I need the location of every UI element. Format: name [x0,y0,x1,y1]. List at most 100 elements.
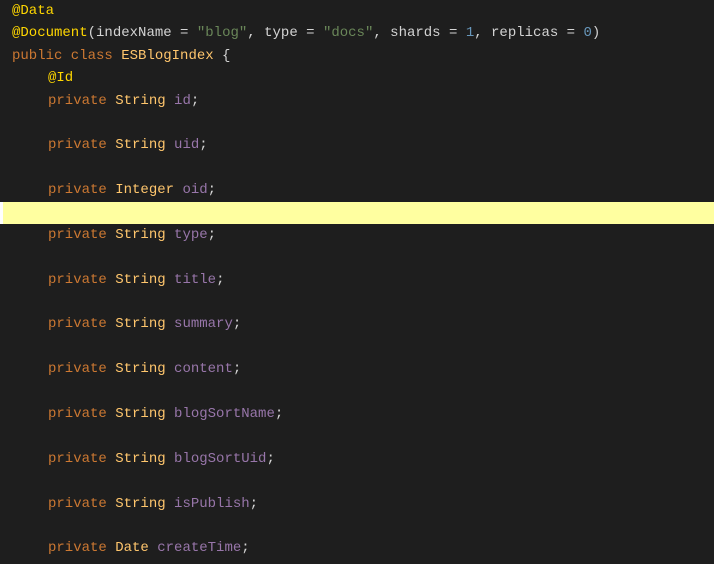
code-line-23: private String isPublish; [0,493,714,515]
token-annotation: @Document [12,25,88,41]
token-plain: ) [592,25,600,41]
token-plain [166,137,174,153]
token-number-val: 1 [466,25,474,41]
token-plain: ; [275,406,283,422]
code-line-20 [0,425,714,447]
token-plain [166,451,174,467]
token-plain [107,137,115,153]
token-plain: ; [191,93,199,109]
token-type-name: String [115,451,165,467]
token-plain: shards [390,25,440,41]
token-field-name: isPublish [174,496,250,512]
line-content: @Id [48,67,73,89]
token-string-val: "docs" [323,25,373,41]
token-plain: ; [233,316,241,332]
line-content: private String blogSortUid; [48,448,275,470]
code-line-19: private String blogSortName; [0,403,714,425]
token-type-name: String [115,227,165,243]
token-plain: ( [88,25,96,41]
token-field-name: id [174,93,191,109]
token-plain: = [172,25,197,41]
token-plain [113,48,121,64]
token-keyword: public class [12,48,113,64]
code-line-21: private String blogSortUid; [0,448,714,470]
token-number-val: 0 [583,25,591,41]
line-content: private String summary; [48,313,241,335]
token-field-name: title [174,272,216,288]
token-type-name: String [115,137,165,153]
token-plain: ; [241,540,249,556]
line-content: private String blogSortName; [48,403,283,425]
token-plain: indexName [96,25,172,41]
token-plain: ; [199,137,207,153]
token-type-name: Integer [115,182,174,198]
token-plain: = [441,25,466,41]
token-plain [107,361,115,377]
token-plain [166,496,174,512]
line-content: private String id; [48,90,199,112]
token-field-name: type [174,227,208,243]
line-content: private String isPublish; [48,493,258,515]
code-line-13: private String title; [0,269,714,291]
code-line-11: private String type; [0,224,714,246]
code-line-7: private String uid; [0,134,714,156]
token-plain [107,406,115,422]
token-plain: ; [233,361,241,377]
token-keyword: private [48,316,107,332]
line-content: private Integer oid; [48,179,216,201]
line-content: @Document(indexName = "blog", type = "do… [12,22,600,44]
token-plain [166,361,174,377]
code-line-1: @Data [0,0,714,22]
token-plain [166,316,174,332]
token-keyword: private [48,137,107,153]
token-type-name: String [115,272,165,288]
token-plain [107,93,115,109]
token-keyword: private [48,227,107,243]
token-plain [107,540,115,556]
code-line-24 [0,515,714,537]
token-plain: ; [208,227,216,243]
token-plain: , [247,25,264,41]
line-content: private String type; [48,224,216,246]
token-plain [166,227,174,243]
token-keyword: private [48,361,107,377]
token-plain [166,406,174,422]
token-type-name: String [115,496,165,512]
token-plain: replicas [491,25,558,41]
token-field-name: blogSortName [174,406,275,422]
token-keyword: private [48,451,107,467]
token-keyword: private [48,182,107,198]
token-plain: ; [216,272,224,288]
line-content: private String uid; [48,134,208,156]
code-line-3: public class ESBlogIndex { [0,45,714,67]
token-plain [107,182,115,198]
token-plain [107,227,115,243]
line-content: @Data [12,0,54,22]
line-content: public class ESBlogIndex { [12,45,230,67]
token-annotation: @Id [48,70,73,86]
code-line-25: private Date createTime; [0,537,714,559]
line-content: private String content; [48,358,241,380]
token-plain: = [558,25,583,41]
token-plain: ; [266,451,274,467]
token-field-name: createTime [157,540,241,556]
token-plain: ; [250,496,258,512]
token-plain [107,451,115,467]
token-keyword: private [48,496,107,512]
code-line-16 [0,336,714,358]
code-line-8 [0,157,714,179]
code-line-6 [0,112,714,134]
token-field-name: content [174,361,233,377]
token-field-name: oid [182,182,207,198]
code-line-9: private Integer oid; [0,179,714,201]
token-type-name: String [115,316,165,332]
line-content: private Date createTime; [48,537,250,559]
token-plain: = [298,25,323,41]
token-plain: , [373,25,390,41]
code-line-4: @Id [0,67,714,89]
token-string-val: "blog" [197,25,247,41]
code-line-15: private String summary; [0,313,714,335]
token-plain [166,272,174,288]
code-line-12 [0,246,714,268]
token-plain: , [474,25,491,41]
